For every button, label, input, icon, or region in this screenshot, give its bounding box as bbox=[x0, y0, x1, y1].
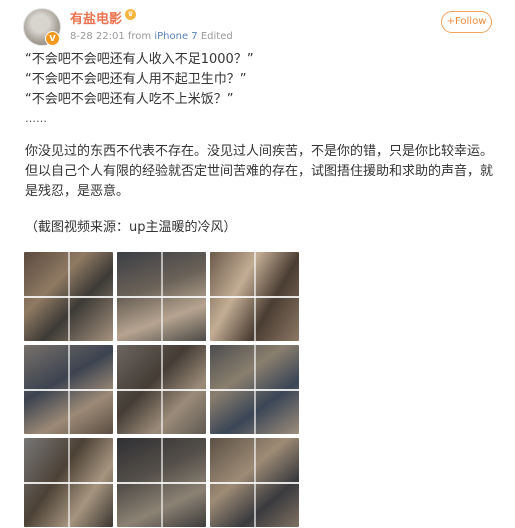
image-thumbnail[interactable] bbox=[117, 438, 206, 527]
video-source-note: （截图视频来源：up主温暖的冷风） bbox=[25, 220, 237, 235]
post-header: V 有盐电影 ♛ 8-28 22:01 from iPhone 7 Edited… bbox=[0, 0, 515, 50]
client-link[interactable]: iPhone 7 bbox=[154, 31, 197, 42]
quote-line: “不会吧不会吧还有人吃不上米饭？” bbox=[25, 92, 234, 107]
quote-line: “不会吧不会吧还有人用不起卫生巾？” bbox=[25, 72, 247, 87]
image-thumbnail[interactable] bbox=[210, 438, 299, 527]
image-thumbnail[interactable] bbox=[24, 252, 113, 341]
image-thumbnail[interactable] bbox=[117, 345, 206, 434]
image-thumbnail[interactable] bbox=[210, 345, 299, 434]
verified-badge-icon: V bbox=[45, 31, 60, 46]
post-content: “不会吧不会吧还有人收入不足1000？” “不会吧不会吧还有人用不起卫生巾？” … bbox=[25, 50, 497, 238]
author-name[interactable]: 有盐电影 bbox=[70, 8, 122, 27]
from-label: from bbox=[127, 31, 152, 42]
edited-label[interactable]: Edited bbox=[201, 31, 233, 42]
image-thumbnail[interactable] bbox=[117, 252, 206, 341]
follow-button[interactable]: +Follow bbox=[441, 11, 492, 33]
image-thumbnail[interactable] bbox=[210, 252, 299, 341]
ellipsis: …… bbox=[25, 112, 47, 125]
post-paragraph: 你没见过的东西不代表不存在。没见过人间疾苦，不是你的错，只是你比较幸运。但以自己… bbox=[25, 144, 494, 199]
post-meta: 8-28 22:01 from iPhone 7 Edited bbox=[70, 31, 233, 42]
quote-line: “不会吧不会吧还有人收入不足1000？” bbox=[25, 52, 254, 67]
member-crown-icon: ♛ bbox=[125, 9, 136, 20]
post-date: 8-28 22:01 bbox=[70, 31, 125, 42]
image-grid bbox=[24, 252, 299, 528]
image-thumbnail[interactable] bbox=[24, 345, 113, 434]
image-thumbnail[interactable] bbox=[24, 438, 113, 527]
